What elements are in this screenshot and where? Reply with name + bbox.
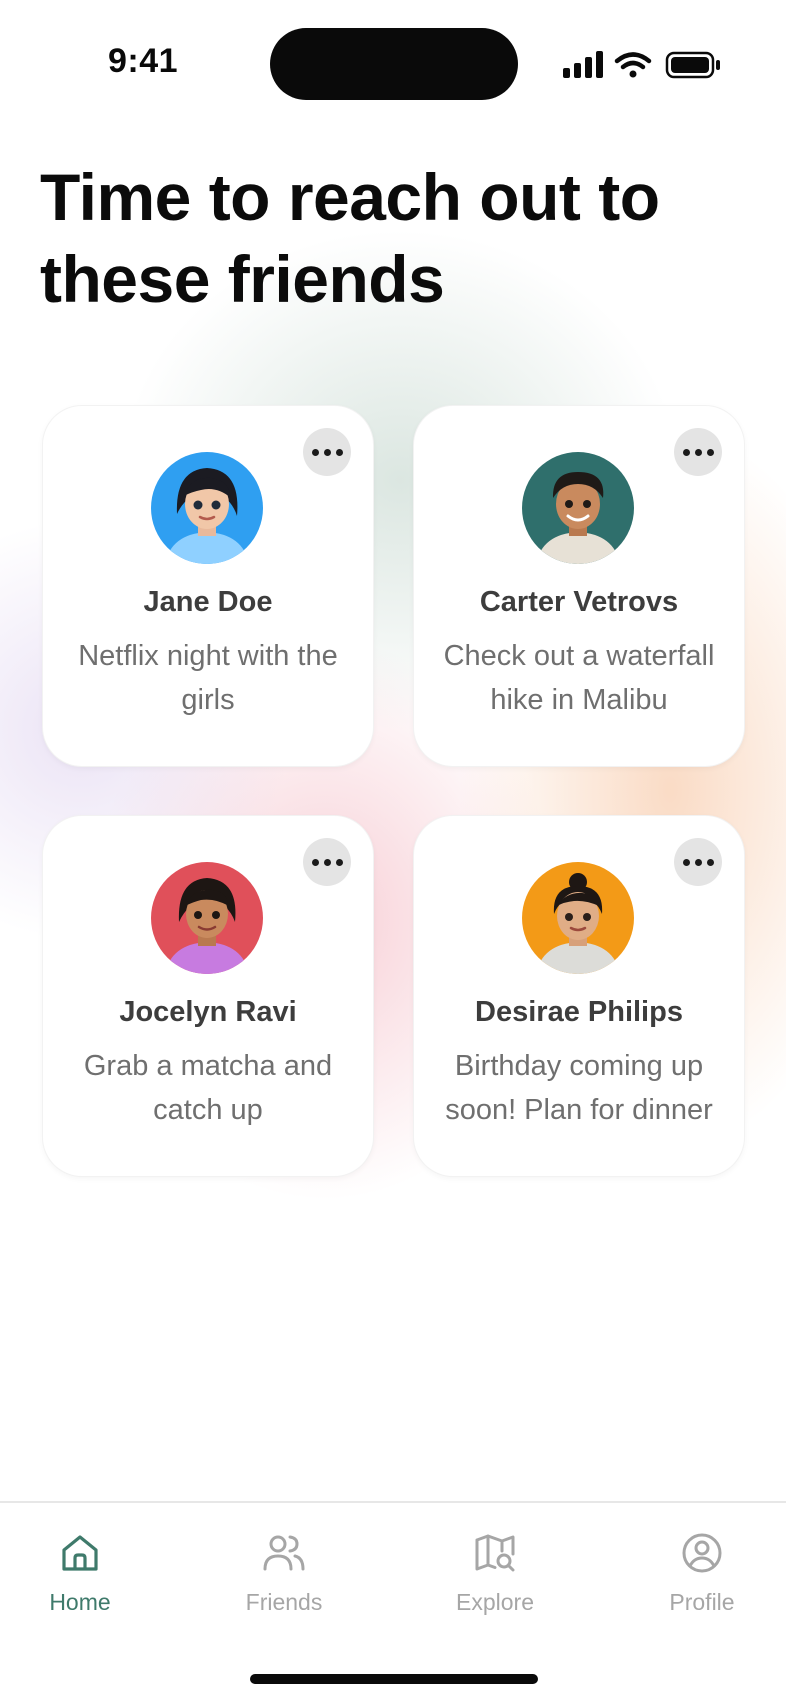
tab-label: Friends — [245, 1589, 323, 1615]
friend-name: Jane Doe — [143, 586, 273, 618]
more-options-button[interactable] — [674, 428, 722, 476]
friend-name: Desirae Philips — [475, 996, 683, 1028]
more-dot — [335, 858, 343, 866]
cellular-signal-icon — [563, 51, 603, 78]
tab-profile[interactable]: Profile — [632, 1525, 772, 1635]
friend-card[interactable]: Desirae Philips Birthday coming up soon!… — [413, 815, 745, 1177]
friend-card[interactable]: Jocelyn Ravi Grab a matcha and catch up — [42, 815, 374, 1177]
more-dot — [323, 448, 331, 456]
dynamic-island — [270, 28, 518, 100]
profile-icon — [682, 1533, 722, 1573]
page-title: Time to reach out to these friends — [40, 160, 660, 316]
more-dot — [323, 858, 331, 866]
friend-note: Netflix night with the girls — [78, 640, 338, 716]
friend-card[interactable]: Carter Vetrovs Check out a waterfall hik… — [413, 405, 745, 767]
more-dot — [694, 448, 702, 456]
more-dot — [682, 448, 690, 456]
battery-icon — [665, 51, 720, 79]
tab-explore[interactable]: Explore — [425, 1525, 565, 1635]
tab-label: Explore — [456, 1589, 534, 1615]
status-time: 9:41 — [108, 42, 179, 80]
more-dot — [311, 858, 319, 866]
home-icon — [62, 1535, 98, 1571]
avatar-carter-vetrovs — [522, 452, 634, 564]
friend-name: Carter Vetrovs — [479, 586, 679, 618]
avatar-jane-doe — [151, 452, 263, 564]
tab-home[interactable]: Home — [10, 1525, 150, 1635]
more-dot — [706, 858, 714, 866]
friends-icon — [263, 1535, 305, 1571]
friend-name: Jocelyn Ravi — [119, 996, 297, 1028]
home-indicator[interactable] — [250, 1674, 538, 1684]
more-dot — [682, 858, 690, 866]
wifi-icon — [614, 52, 652, 78]
tab-label: Profile — [669, 1589, 735, 1615]
more-options-button[interactable] — [303, 838, 351, 886]
more-dot — [311, 448, 319, 456]
avatar-jocelyn-ravi — [151, 862, 263, 974]
friend-card[interactable]: Jane Doe Netflix night with the girls — [42, 405, 374, 767]
friend-note: Grab a matcha and catch up — [83, 1050, 333, 1126]
avatar-desirae-philips — [522, 862, 634, 974]
tab-friends[interactable]: Friends — [214, 1525, 354, 1635]
map-search-icon — [475, 1534, 515, 1572]
home-screen: 9:41 Time to reach out to these friends — [0, 0, 786, 1704]
friend-note: Check out a waterfall hike in Malibu — [443, 640, 715, 716]
more-options-button[interactable] — [674, 838, 722, 886]
more-dot — [694, 858, 702, 866]
tab-label: Home — [49, 1589, 111, 1615]
more-options-button[interactable] — [303, 428, 351, 476]
friend-note: Birthday coming up soon! Plan for dinner — [445, 1050, 713, 1126]
more-dot — [706, 448, 714, 456]
more-dot — [335, 448, 343, 456]
status-icons — [560, 48, 730, 82]
